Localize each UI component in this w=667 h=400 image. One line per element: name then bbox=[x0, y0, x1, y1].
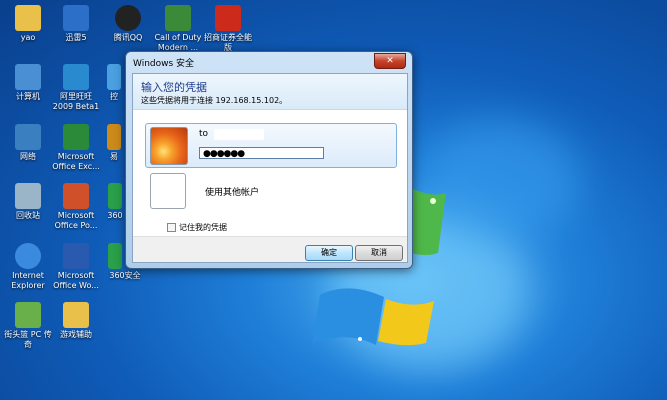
desktop-icon-label: 易 bbox=[110, 152, 118, 161]
redaction-block bbox=[214, 129, 264, 140]
desktop-icon-partial[interactable]: 易 bbox=[104, 124, 124, 162]
desktop-icon-360[interactable]: 360 bbox=[104, 183, 126, 221]
desktop-icon-control-panel[interactable]: 控 bbox=[104, 64, 124, 102]
close-button[interactable]: ✕ bbox=[374, 53, 406, 69]
desktop-icon-label: Microsoft Office Wo... bbox=[53, 271, 99, 290]
dialog-titlebar[interactable]: Windows 安全 ✕ bbox=[126, 52, 412, 72]
desktop-icon-label: 阿里旺旺 2009 Beta1 bbox=[52, 92, 100, 111]
blank-avatar bbox=[150, 173, 186, 209]
desktop-icon-label: Call of Duty Modern ... bbox=[154, 33, 202, 52]
recycle-bin-icon bbox=[15, 183, 41, 209]
checkbox-icon[interactable] bbox=[167, 223, 176, 232]
word-icon bbox=[63, 243, 89, 269]
other-account-label: 使用其他帐户 bbox=[205, 188, 260, 198]
dialog-header: 输入您的凭据 这些凭据将用于连接 192.168.15.102。 bbox=[133, 74, 407, 110]
desktop-icon-label: 游戏辅助 bbox=[60, 330, 92, 339]
network-icon bbox=[15, 124, 41, 150]
excel-icon bbox=[63, 124, 89, 150]
desktop-icon-word[interactable]: Microsoft Office Wo... bbox=[48, 243, 104, 291]
desktop-icon-label: 招商证券全能 版 bbox=[204, 33, 252, 52]
dialog-footer: 确定 取消 bbox=[133, 236, 407, 262]
dialog-title: Windows 安全 bbox=[133, 59, 195, 69]
qq-penguin-icon bbox=[115, 5, 141, 31]
desktop-icon-label: 360安全 bbox=[109, 271, 141, 280]
desktop-icon-label: 腾讯QQ bbox=[113, 33, 143, 42]
app-icon bbox=[107, 124, 121, 150]
desktop-icon-label: 控 bbox=[110, 92, 118, 101]
zhaoshang-securities-icon bbox=[215, 5, 241, 31]
folder-icon bbox=[63, 302, 89, 328]
username-label: to bbox=[199, 129, 209, 139]
desktop-background: yao 迅雷5 腾讯QQ Call of Duty Modern ... 招商证… bbox=[0, 0, 667, 400]
360-icon bbox=[108, 183, 122, 209]
password-field[interactable]: ●●●●●● bbox=[199, 147, 324, 159]
desktop-icon-xunlei[interactable]: 迅雷5 bbox=[48, 5, 104, 43]
desktop-icon-folder[interactable]: 游戏辅助 bbox=[48, 302, 104, 340]
desktop-icon-excel[interactable]: Microsoft Office Exc... bbox=[48, 124, 104, 172]
desktop-icon-zhaoshang[interactable]: 招商证券全能 版 bbox=[200, 5, 256, 53]
control-panel-icon bbox=[107, 64, 121, 90]
aliwangwang-icon bbox=[63, 64, 89, 90]
desktop-icon-label: 360 bbox=[107, 211, 123, 220]
computer-icon bbox=[15, 64, 41, 90]
desktop-icon-qq[interactable]: 腾讯QQ bbox=[100, 5, 156, 43]
other-account-tile[interactable]: 使用其他帐户 bbox=[145, 173, 395, 209]
internet-explorer-icon bbox=[15, 243, 41, 269]
windows-security-dialog: Windows 安全 ✕ 输入您的凭据 这些凭据将用于连接 192.168.15… bbox=[125, 51, 413, 269]
dialog-heading: 输入您的凭据 bbox=[141, 81, 207, 94]
folder-icon bbox=[15, 5, 41, 31]
remember-credentials-checkbox[interactable]: 记住我的凭据 bbox=[167, 222, 227, 233]
desktop-icon-label: 迅雷5 bbox=[65, 33, 87, 42]
user-avatar-flower bbox=[150, 127, 188, 165]
powerpoint-icon bbox=[63, 183, 89, 209]
call-of-duty-icon bbox=[165, 5, 191, 31]
game-icon bbox=[15, 302, 41, 328]
xunlei-icon bbox=[63, 5, 89, 31]
desktop-icon-label: Microsoft Office Po... bbox=[54, 211, 98, 230]
desktop-icon-call-of-duty[interactable]: Call of Duty Modern ... bbox=[150, 5, 206, 53]
dialog-description: 这些凭据将用于连接 192.168.15.102。 bbox=[141, 96, 288, 105]
360-safe-icon bbox=[108, 243, 122, 269]
credential-tile-selected[interactable]: to ●●●●●● bbox=[145, 123, 397, 168]
desktop-icon-powerpoint[interactable]: Microsoft Office Po... bbox=[48, 183, 104, 231]
desktop-icon-label: Microsoft Office Exc... bbox=[52, 152, 100, 171]
desktop-icon-aliwangwang[interactable]: 阿里旺旺 2009 Beta1 bbox=[48, 64, 104, 112]
dialog-client-area: 输入您的凭据 这些凭据将用于连接 192.168.15.102。 to ●●●●… bbox=[132, 73, 408, 263]
remember-credentials-label: 记住我的凭据 bbox=[179, 223, 227, 232]
cancel-button[interactable]: 取消 bbox=[355, 245, 403, 261]
ok-button[interactable]: 确定 bbox=[305, 245, 353, 261]
